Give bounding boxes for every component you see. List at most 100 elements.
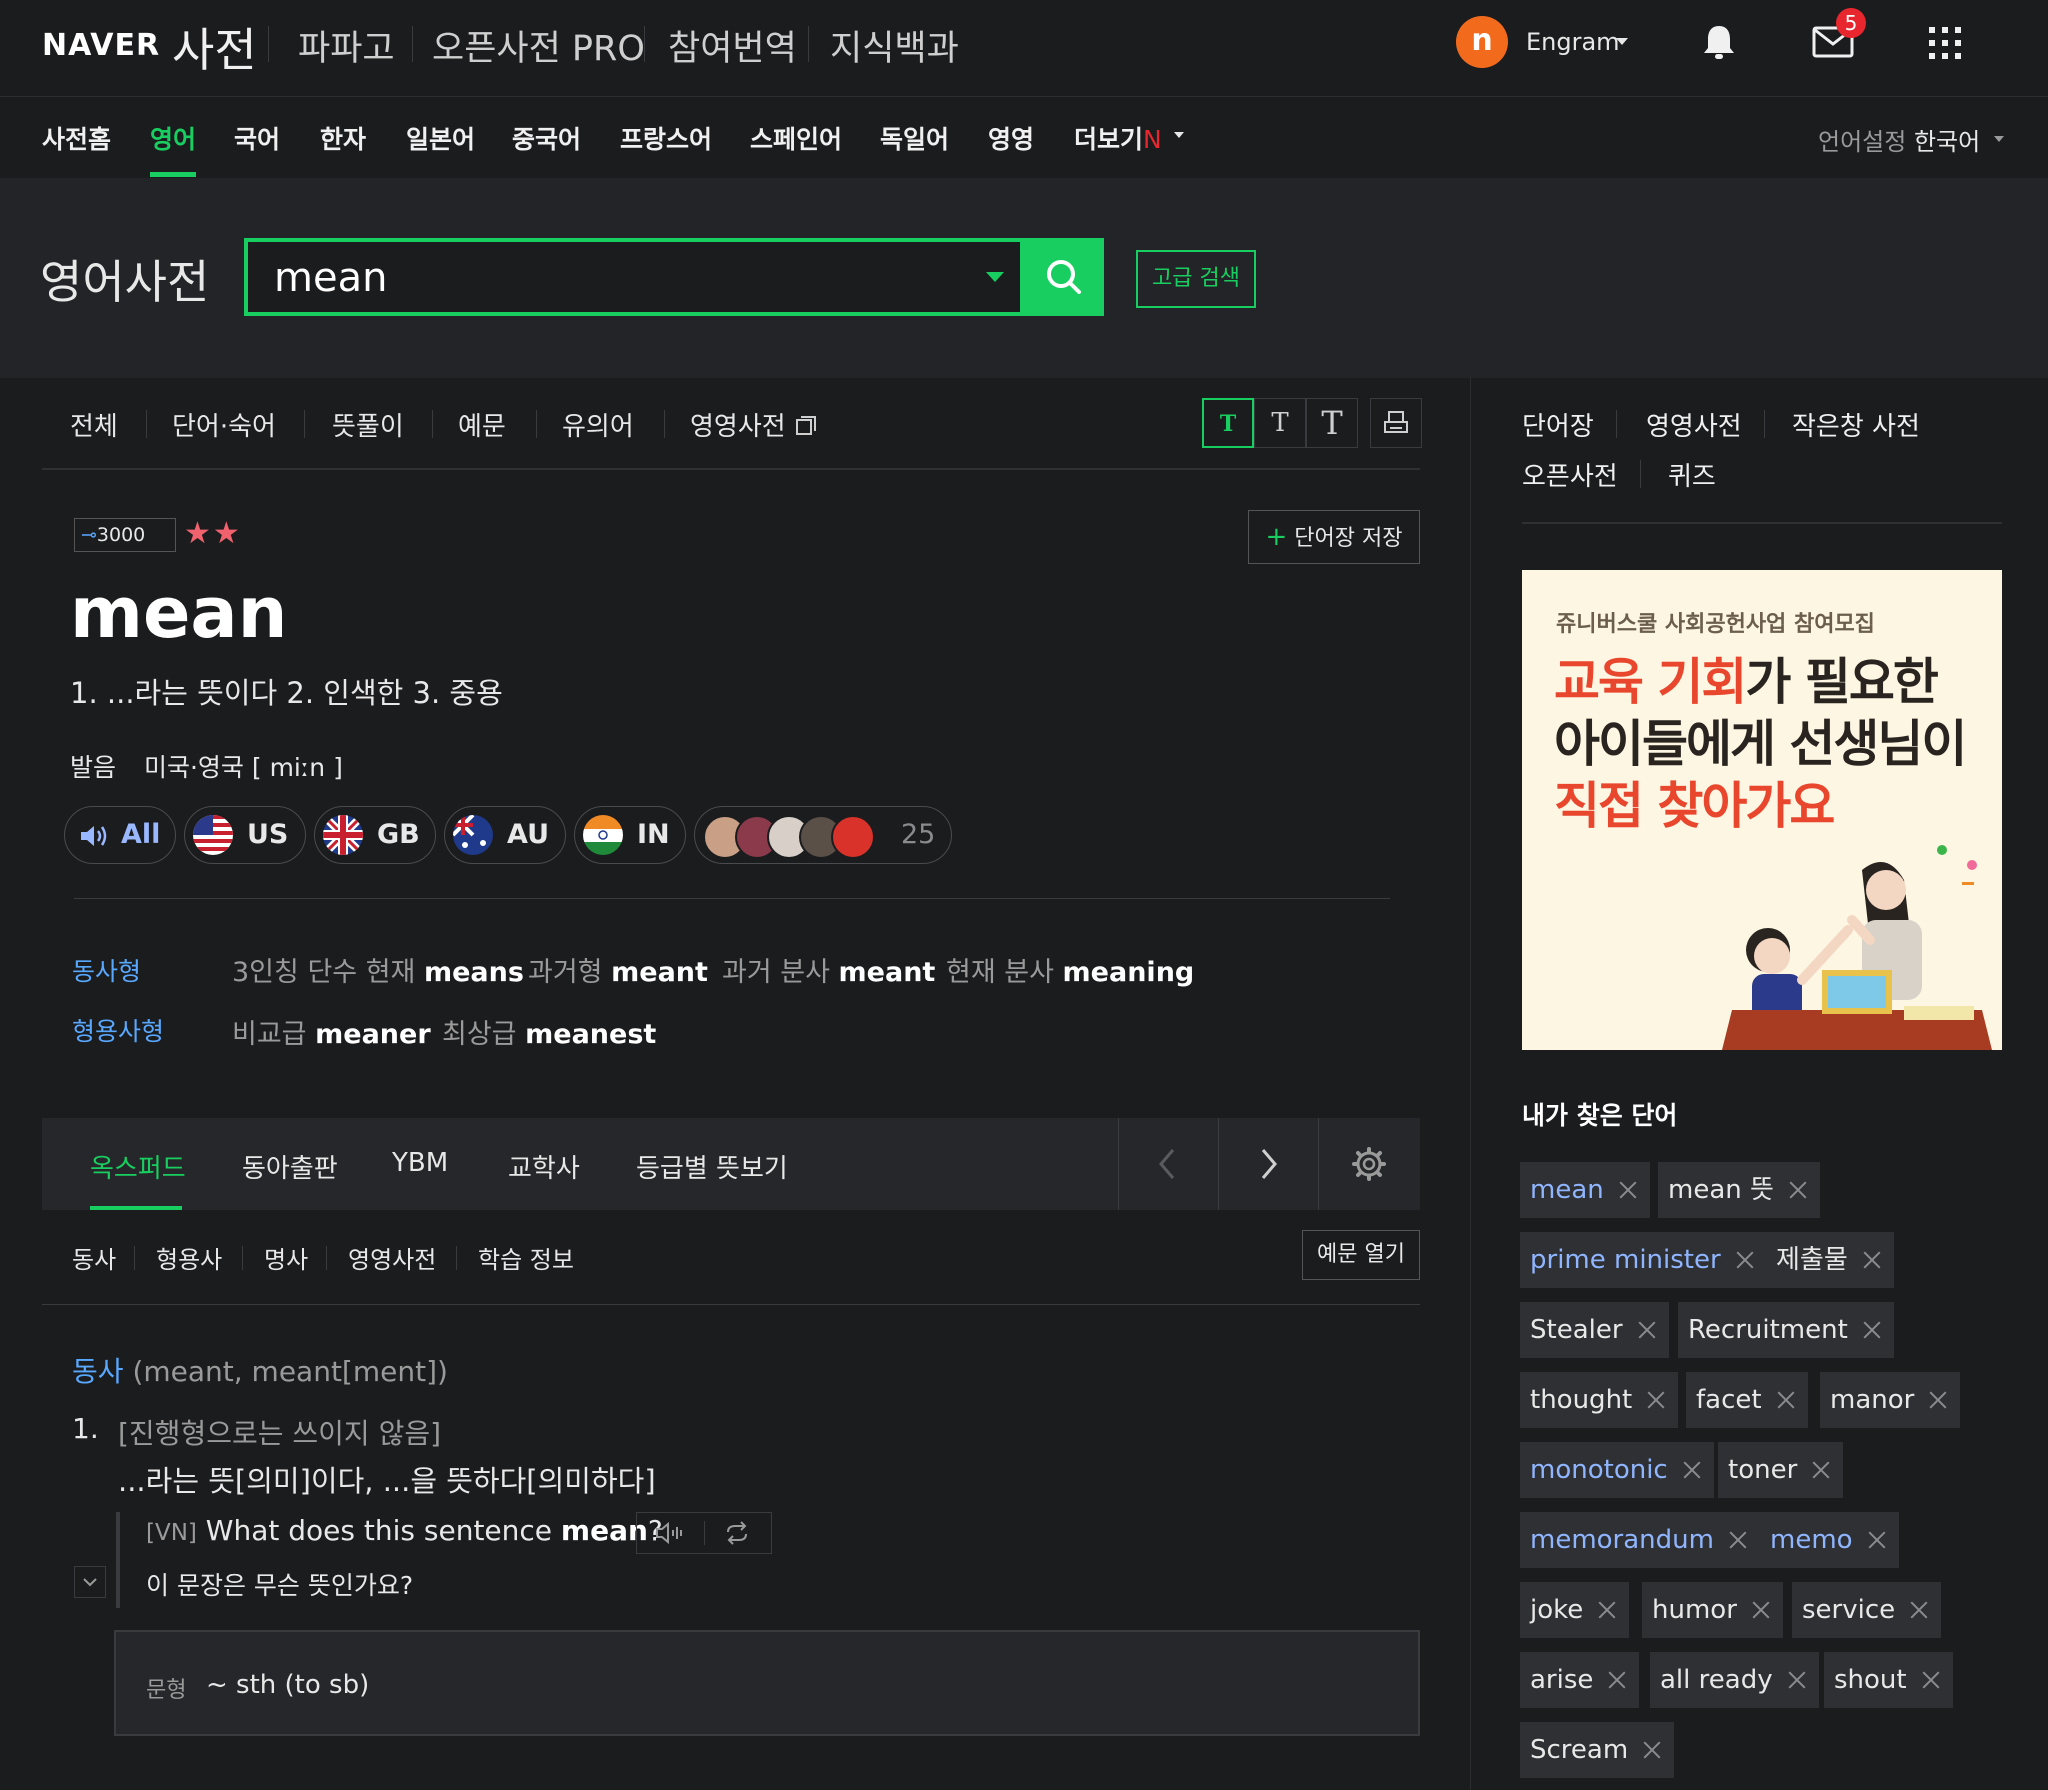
recent-search-chip[interactable]: arise	[1520, 1652, 1640, 1708]
recent-search-word[interactable]: joke	[1530, 1595, 1583, 1625]
close-icon[interactable]	[1607, 1669, 1627, 1689]
search-input[interactable]	[272, 252, 976, 304]
topnav-translation[interactable]: 참여번역	[668, 20, 797, 71]
recent-search-chip[interactable]: joke	[1520, 1582, 1630, 1638]
close-icon[interactable]	[1646, 1389, 1666, 1409]
cat-french[interactable]: 프랑스어	[620, 120, 712, 156]
close-icon[interactable]	[1909, 1599, 1929, 1619]
play-audio-icon[interactable]	[655, 1521, 685, 1545]
form-value[interactable]: means	[424, 957, 524, 988]
side-link-mini-dictionary[interactable]: 작은창 사전	[1792, 406, 1920, 443]
cat-japanese[interactable]: 일본어	[406, 120, 475, 156]
dictionary-title[interactable]: 사전	[172, 14, 257, 80]
recent-search-chip[interactable]: toner	[1718, 1442, 1844, 1498]
close-icon[interactable]	[1728, 1529, 1748, 1549]
cat-home[interactable]: 사전홈	[42, 120, 111, 156]
save-to-wordbook-button[interactable]: + 단어장 저장	[1248, 510, 1420, 564]
form-value[interactable]: meanest	[525, 1019, 656, 1050]
user-avatar[interactable]: n	[1456, 16, 1508, 68]
close-icon[interactable]	[1788, 1179, 1808, 1199]
cat-hanja[interactable]: 한자	[320, 120, 366, 156]
pos-tab-study-info[interactable]: 학습 정보	[478, 1240, 574, 1275]
audio-in-button[interactable]: IN	[574, 806, 686, 864]
close-icon[interactable]	[1751, 1599, 1771, 1619]
form-value[interactable]: meant	[611, 957, 708, 988]
recent-search-word[interactable]: monotonic	[1530, 1455, 1668, 1485]
topnav-papago[interactable]: 파파고	[298, 20, 395, 71]
audio-gb-button[interactable]: GB	[314, 806, 436, 864]
font-size-medium-button[interactable]: T	[1254, 398, 1306, 448]
naver-logo[interactable]: NAVER	[42, 28, 160, 63]
recent-search-chip[interactable]: memo	[1760, 1512, 1899, 1568]
close-icon[interactable]	[1862, 1249, 1882, 1269]
recent-search-chip[interactable]: service	[1792, 1582, 1942, 1638]
cat-chinese[interactable]: 중국어	[512, 120, 581, 156]
recent-search-chip[interactable]: mean	[1520, 1162, 1650, 1218]
pos-tab-adjective[interactable]: 형용사	[156, 1240, 222, 1275]
tab-synonyms[interactable]: 유의어	[562, 406, 634, 443]
recent-search-word[interactable]: mean	[1530, 1175, 1604, 1205]
tab-words-idioms[interactable]: 단어·숙어	[172, 406, 276, 443]
bell-icon[interactable]	[1700, 22, 1738, 62]
topnav-encyclopedia[interactable]: 지식백과	[830, 20, 959, 71]
recent-search-word[interactable]: prime minister	[1530, 1245, 1721, 1275]
source-graded-meanings[interactable]: 등급별 뜻보기	[636, 1148, 788, 1185]
side-link-en-en[interactable]: 영영사전	[1646, 406, 1742, 443]
tab-all[interactable]: 전체	[70, 406, 118, 443]
pos-tab-en-en[interactable]: 영영사전	[348, 1240, 436, 1275]
user-name[interactable]: Engram	[1526, 28, 1620, 56]
cat-english[interactable]: 영어	[150, 120, 196, 156]
form-value[interactable]: meaning	[1063, 957, 1195, 988]
recent-search-chip[interactable]: manor	[1820, 1372, 1961, 1428]
font-size-small-button[interactable]: T	[1202, 398, 1254, 448]
advertisement-banner[interactable]: 쥬니버스쿨 사회공헌사업 참여모집 교육 기회가 필요한 아이들에게 선생님이 …	[1522, 570, 2002, 1050]
close-icon[interactable]	[1921, 1669, 1941, 1689]
cat-german[interactable]: 독일어	[880, 120, 949, 156]
settings-button[interactable]	[1318, 1118, 1420, 1210]
close-icon[interactable]	[1862, 1319, 1882, 1339]
recent-search-chip[interactable]: facet	[1686, 1372, 1808, 1428]
apps-grid-icon[interactable]	[1928, 26, 1962, 60]
pos-tab-verb[interactable]: 동사	[72, 1240, 116, 1275]
pos-tab-noun[interactable]: 명사	[264, 1240, 308, 1275]
close-icon[interactable]	[1867, 1529, 1887, 1549]
close-icon[interactable]	[1618, 1179, 1638, 1199]
language-setting[interactable]: 언어설정 한국어	[1818, 122, 1980, 157]
recent-search-word[interactable]: manor	[1830, 1385, 1914, 1415]
repeat-icon[interactable]	[723, 1521, 751, 1545]
tab-examples[interactable]: 예문	[458, 406, 506, 443]
recent-search-chip[interactable]: Scream	[1520, 1722, 1675, 1778]
form-value[interactable]: meaner	[315, 1019, 431, 1050]
search-button[interactable]	[1024, 238, 1104, 316]
user-recordings-button[interactable]: 25	[694, 806, 952, 864]
print-button[interactable]	[1370, 398, 1422, 448]
font-size-large-button[interactable]: T	[1306, 398, 1358, 448]
recent-search-chip[interactable]: thought	[1520, 1372, 1679, 1428]
close-icon[interactable]	[1642, 1739, 1662, 1759]
close-icon[interactable]	[1787, 1669, 1807, 1689]
recent-search-word[interactable]: all ready	[1660, 1665, 1773, 1695]
cat-korean[interactable]: 국어	[234, 120, 280, 156]
recent-search-word[interactable]: memorandum	[1530, 1525, 1714, 1555]
collapse-examples-button[interactable]	[74, 1566, 106, 1598]
advanced-search-button[interactable]: 고급 검색	[1136, 250, 1256, 308]
recent-search-chip[interactable]: memorandum	[1520, 1512, 1760, 1568]
chevron-down-icon[interactable]	[1616, 38, 1628, 45]
close-icon[interactable]	[1928, 1389, 1948, 1409]
source-kyohak[interactable]: 교학사	[508, 1148, 580, 1185]
search-history-dropdown-icon[interactable]	[986, 272, 1004, 282]
recent-search-word[interactable]: mean 뜻	[1668, 1175, 1774, 1205]
open-examples-button[interactable]: 예문 열기	[1302, 1230, 1420, 1280]
close-icon[interactable]	[1597, 1599, 1617, 1619]
source-dong-a[interactable]: 동아출판	[242, 1148, 338, 1185]
cat-en-en[interactable]: 영영	[988, 120, 1034, 156]
recent-search-chip[interactable]: mean 뜻	[1658, 1162, 1820, 1218]
close-icon[interactable]	[1776, 1389, 1796, 1409]
recent-search-word[interactable]: thought	[1530, 1385, 1632, 1415]
tab-definitions[interactable]: 뜻풀이	[332, 406, 404, 443]
recent-search-chip[interactable]: prime minister	[1520, 1232, 1767, 1288]
recent-search-word[interactable]: facet	[1696, 1385, 1762, 1415]
side-link-wordbook[interactable]: 단어장	[1522, 406, 1594, 443]
recent-search-word[interactable]: arise	[1530, 1665, 1593, 1695]
recent-search-chip[interactable]: Recruitment	[1678, 1302, 1894, 1358]
